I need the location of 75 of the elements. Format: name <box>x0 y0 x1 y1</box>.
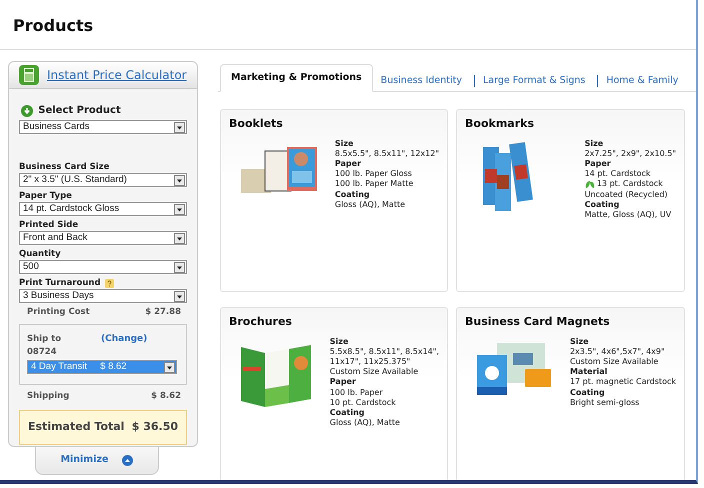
total-label: Estimated Total <box>28 419 124 435</box>
select-product-label: Select Product <box>38 104 121 118</box>
spec-value: 11x17", 11x25.375" <box>330 356 412 368</box>
caret-icon <box>174 204 185 214</box>
caret-icon <box>164 362 175 373</box>
dropdown[interactable]: Front and Back <box>19 231 187 245</box>
spec-value: 13 pt. Cardstock <box>596 179 663 190</box>
spec-value: Gloss (AQ), Matte <box>330 418 401 428</box>
minimize-button[interactable]: Minimize <box>35 447 159 475</box>
total-value: $ 36.50 <box>132 419 178 435</box>
ship-to-label: Ship to <box>27 332 62 346</box>
spec-heading: Paper <box>334 158 362 170</box>
help-icon[interactable] <box>105 278 114 288</box>
spec-heading: Coating <box>330 408 366 418</box>
spec-heading: Size <box>334 138 354 149</box>
product-title[interactable]: Bookmarks <box>465 116 676 132</box>
spec-value: 2x3.5", 4x6",5x7", 4x9" <box>570 346 666 357</box>
spec-value: 10 pt. Cardstock <box>330 398 397 408</box>
calculator-link[interactable]: Instant Price Calculator <box>47 66 187 84</box>
change-link[interactable]: (Change) <box>101 332 148 346</box>
product-title[interactable]: Business Card Magnets <box>465 314 676 330</box>
collapse-icon <box>122 455 134 466</box>
spec-heading: Size <box>330 336 350 347</box>
field-label: Print Turnaround <box>19 277 101 289</box>
spec-value: Matte, Gloss (AQ), UV <box>584 210 672 220</box>
tab[interactable]: Home & Family <box>597 75 686 87</box>
spec-value: Bright semi-gloss <box>570 398 640 408</box>
dropdown[interactable]: 2" x 3.5" (U.S. Standard) <box>19 173 187 187</box>
caret-icon <box>174 262 185 272</box>
dropdown[interactable]: 3 Business Days <box>19 289 187 303</box>
shipping-value: $ 8.62 <box>151 390 181 403</box>
shipping-label: Shipping <box>27 390 70 403</box>
spec-heading: Material <box>570 367 608 378</box>
field-label: Business Card Size <box>19 161 110 173</box>
spec-heading: Paper <box>330 377 357 388</box>
spec-value: Gloss (AQ), Matte <box>334 200 406 210</box>
spec-value: 100 lb. Paper Gloss <box>334 169 413 180</box>
caret-icon <box>174 122 185 132</box>
field-label: Printed Side <box>19 219 78 231</box>
field-label: Paper Type <box>19 190 72 202</box>
caret-icon <box>174 290 185 302</box>
spec-value: 14 pt. Cardstock <box>584 169 652 180</box>
leaf-icon <box>584 180 595 189</box>
dropdown[interactable]: 500 <box>19 260 187 274</box>
zip-code: 08724 <box>27 346 58 358</box>
spec-value: Custom Size Available <box>330 367 420 378</box>
dropdown[interactable]: Business Cards <box>19 120 187 134</box>
spec-value: 2x7.25", 2x9", 2x10.5" <box>584 148 676 159</box>
spec-value: Custom Size Available <box>570 356 660 368</box>
tab[interactable]: Large Format & Signs <box>474 75 594 87</box>
caret-icon <box>174 232 185 244</box>
spec-heading: Size <box>584 138 604 149</box>
down-arrow-icon <box>21 104 33 116</box>
dropdown[interactable]: 14 pt. Cardstock Gloss <box>19 202 187 216</box>
spec-value: 5.5x8.5", 8.5x11", 8.5x14", <box>330 346 439 357</box>
printing-cost-value: $ 27.88 <box>145 306 181 319</box>
calculator-icon <box>19 65 39 85</box>
caret-icon <box>174 174 185 186</box>
tab[interactable]: Business Identity <box>372 71 470 91</box>
product-title[interactable]: Booklets <box>229 116 439 132</box>
spec-heading: Paper <box>584 158 611 170</box>
spec-heading: Coating <box>334 190 371 200</box>
spec-value: Uncoated (Recycled) <box>584 190 669 200</box>
page-title: Products <box>13 16 94 35</box>
spec-value: 17 pt. magnetic Cardstock <box>570 377 676 388</box>
spec-heading: Coating <box>584 200 620 210</box>
tab[interactable]: Marketing & Promotions <box>220 64 373 92</box>
product-title[interactable]: Brochures <box>229 314 439 330</box>
spec-value: 8.5x5.5", 8.5x11", 12x12" <box>334 148 439 159</box>
printing-cost-label: Printing Cost <box>27 306 90 319</box>
field-label: Quantity <box>19 248 61 260</box>
spec-heading: Size <box>570 336 590 347</box>
spec-heading: Coating <box>570 388 606 398</box>
spec-value: 100 lb. Paper <box>330 388 384 398</box>
spec-value: 100 lb. Paper Matte <box>334 179 414 190</box>
